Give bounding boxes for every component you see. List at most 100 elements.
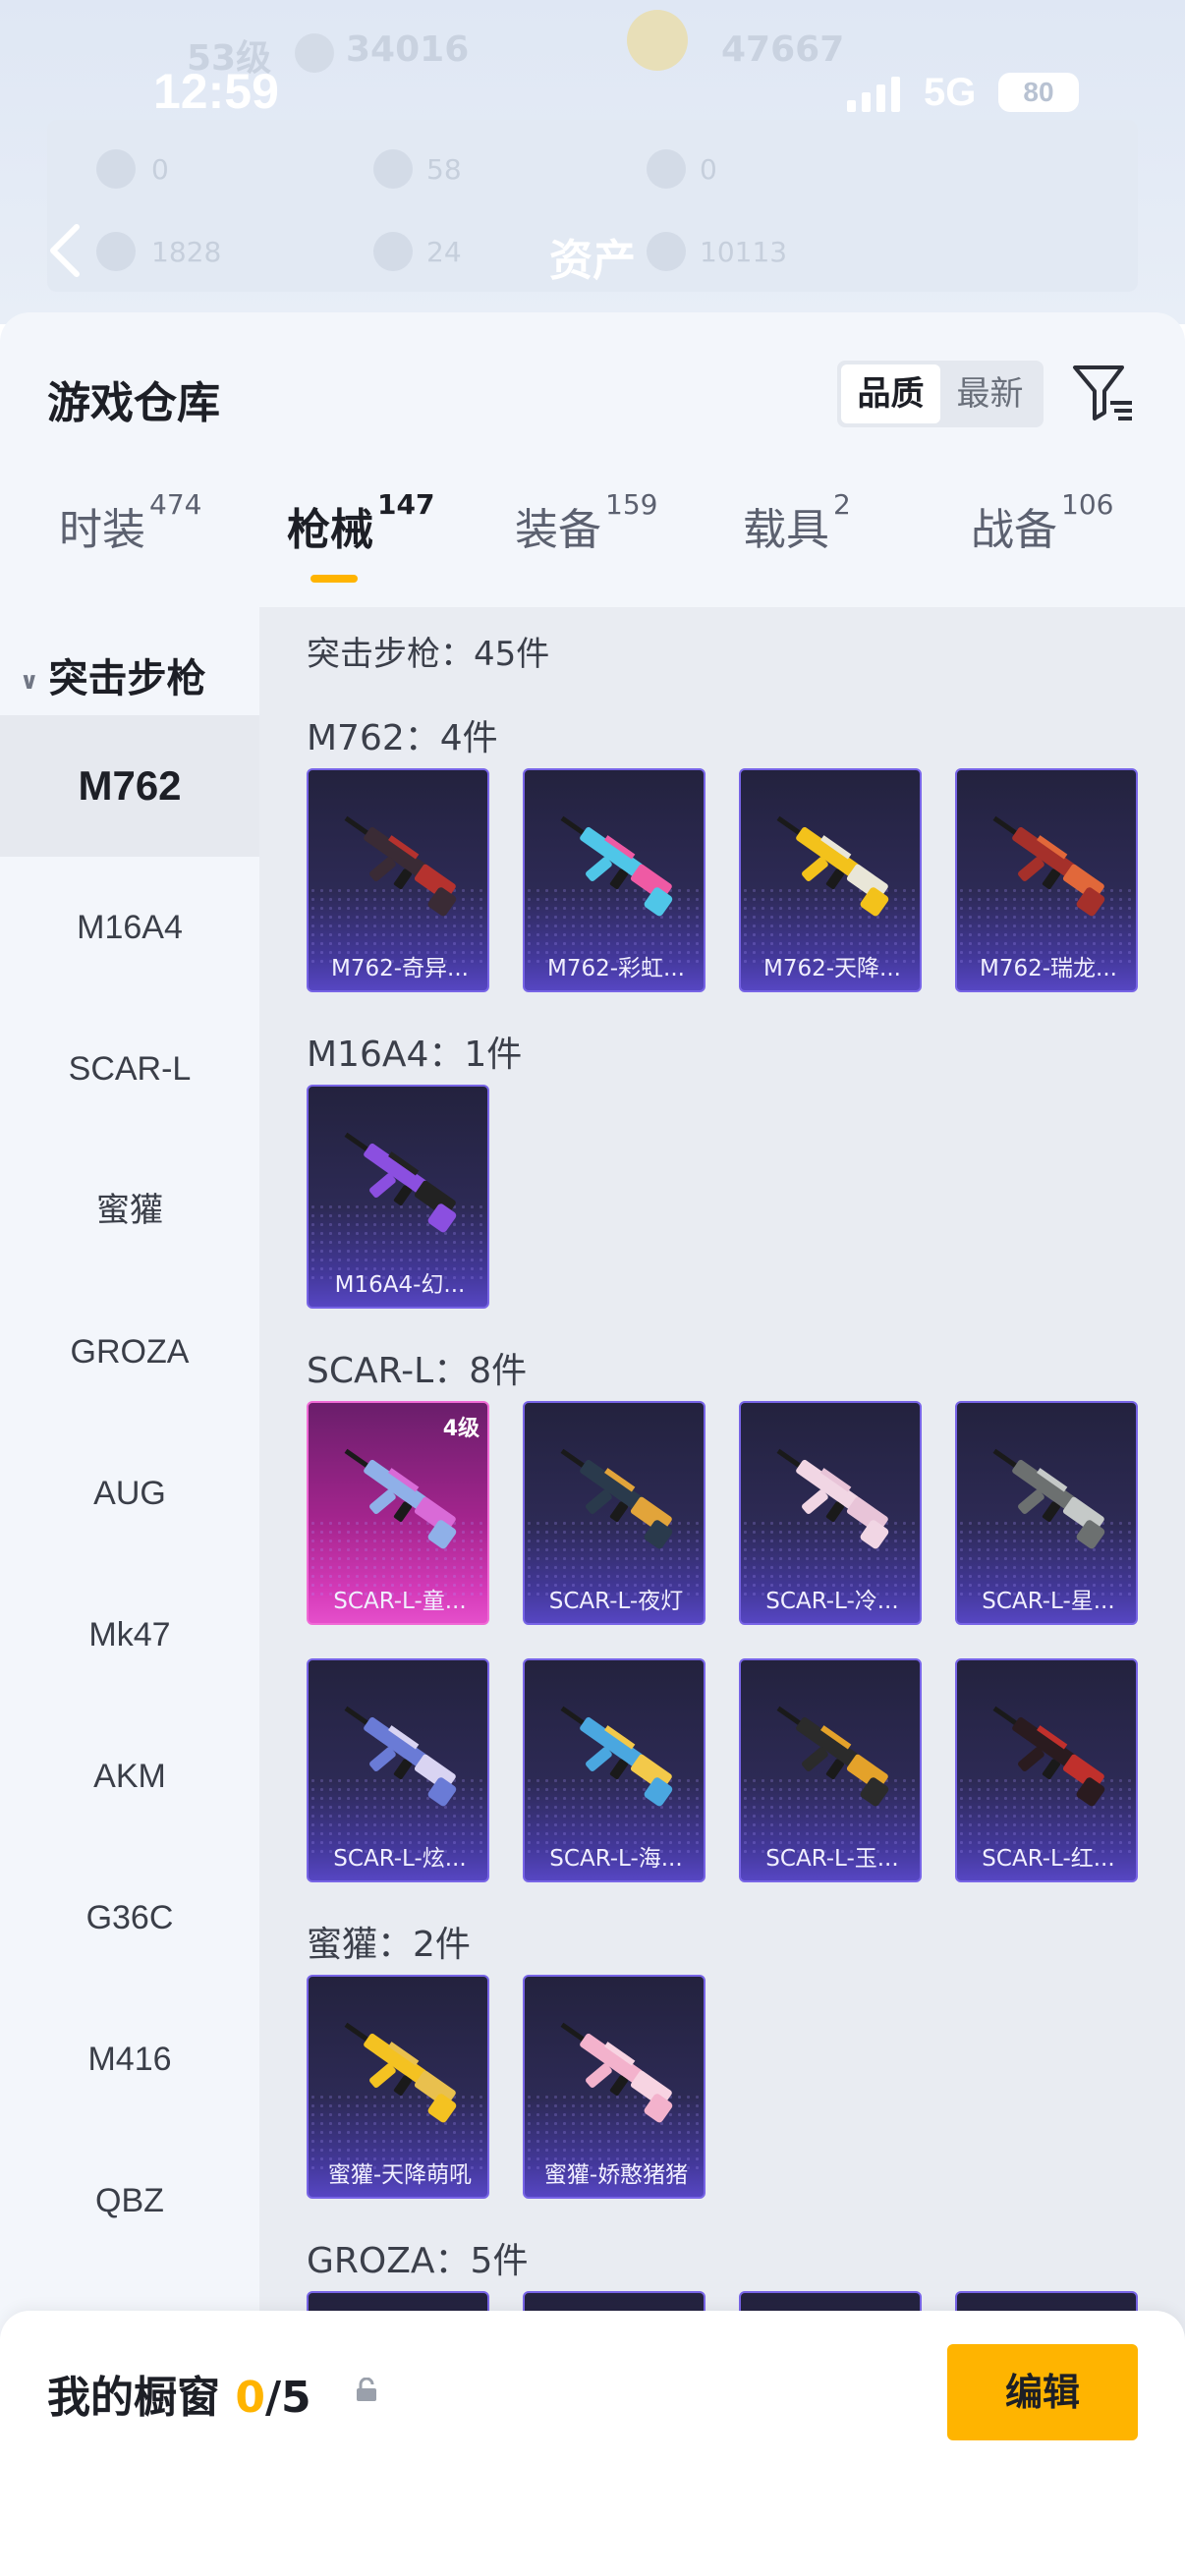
- bg-stat-icon: [96, 149, 136, 189]
- weapon-card[interactable]: M762-瑞龙...: [955, 768, 1138, 992]
- weapon-icon: [560, 1706, 673, 1807]
- weapon-name: SCAR-L-玉...: [765, 1846, 899, 1872]
- sidebar-item[interactable]: SCAR-L: [0, 998, 259, 1140]
- tab-label: 装备: [515, 505, 601, 555]
- category-tabs: 时装474 枪械147 装备159 载具2 战备106: [0, 488, 1185, 602]
- weapon-card[interactable]: 4级 SCAR-L-童...: [307, 1401, 489, 1625]
- lock-icon: [354, 2377, 379, 2403]
- weapon-name: 蜜獾-天降萌吼: [327, 2162, 473, 2188]
- sidebar-item[interactable]: G36C: [0, 1847, 259, 1988]
- weapon-name: M762-奇异...: [331, 956, 469, 981]
- sidebar-item[interactable]: 蜜獾: [0, 1140, 259, 1281]
- tab-count: 147: [377, 488, 435, 521]
- weapon-name: SCAR-L-童...: [333, 1589, 467, 1614]
- weapon-name: M16A4-幻...: [334, 1272, 466, 1298]
- weapon-name: SCAR-L-海...: [549, 1846, 683, 1872]
- tab-equipment[interactable]: 装备159: [515, 488, 657, 557]
- weapon-card[interactable]: 蜜獾-娇憨猪猪: [523, 1975, 705, 2199]
- page-title: 资产: [549, 236, 636, 286]
- weapon-icon: [560, 815, 673, 917]
- nav-bar: 资产: [0, 221, 1185, 286]
- tab-label: 战备: [971, 505, 1057, 555]
- weapon-card[interactable]: SCAR-L-海...: [523, 1658, 705, 1882]
- tab-count: 106: [1061, 488, 1114, 521]
- bg-stat: 0: [151, 153, 169, 186]
- sidebar-item[interactable]: QBZ: [0, 2130, 259, 2271]
- sidebar-item[interactable]: M416: [0, 1988, 259, 2130]
- weapon-name: SCAR-L-冷...: [765, 1589, 899, 1614]
- chevron-down-icon: ∨: [20, 667, 39, 695]
- category-label: 突击步枪: [48, 656, 206, 701]
- tab-vehicles[interactable]: 载具2: [743, 488, 851, 557]
- weapon-icon: [344, 2022, 457, 2123]
- weapon-card[interactable]: SCAR-L-玉...: [739, 1658, 922, 1882]
- warehouse-panel: 游戏仓库 品质 最新 时装474 枪械147 装备159 载具2 战备106 ∨…: [0, 312, 1185, 2576]
- weapon-card[interactable]: M762-奇异...: [307, 768, 489, 992]
- weapon-icon: [992, 815, 1105, 917]
- weapon-icon: [992, 1448, 1105, 1549]
- tab-count: 474: [149, 488, 202, 521]
- sidebar-item[interactable]: Mk47: [0, 1564, 259, 1706]
- tab-count: 159: [605, 488, 658, 521]
- weapon-icon: [560, 1448, 673, 1549]
- sidebar-item[interactable]: M16A4: [0, 857, 259, 998]
- showcase-count: 0: [235, 2373, 265, 2423]
- weapon-card[interactable]: M762-彩虹...: [523, 768, 705, 992]
- weapon-card[interactable]: SCAR-L-冷...: [739, 1401, 922, 1625]
- weapon-card[interactable]: SCAR-L-红...: [955, 1658, 1138, 1882]
- bg-stat-icon: [373, 149, 413, 189]
- sidebar-item[interactable]: AUG: [0, 1423, 259, 1564]
- sort-quality-button[interactable]: 品质: [841, 364, 940, 423]
- weapon-sidebar: ∨ 突击步枪 M762 M16A4 SCAR-L 蜜獾 GROZA AUG Mk47 AKM G3…: [0, 607, 259, 2576]
- tab-supplies[interactable]: 战备106: [971, 488, 1113, 557]
- bg-stat: 58: [426, 153, 462, 186]
- showcase-title: 我的橱窗 0/5: [47, 2362, 311, 2425]
- group-heading: M762：4件: [307, 718, 498, 758]
- weapon-icon: [344, 1706, 457, 1807]
- bg-stat-icon: [647, 149, 686, 189]
- category-summary: 突击步枪：45件: [307, 635, 550, 674]
- weapon-grid: 突击步枪：45件 M762：4件 M762-奇异... M762-彩虹... M762-…: [259, 607, 1185, 2576]
- weapon-card[interactable]: SCAR-L-炫...: [307, 1658, 489, 1882]
- edit-button[interactable]: 编辑: [947, 2344, 1138, 2440]
- showcase-bar: 我的橱窗 0/5 编辑: [0, 2311, 1185, 2576]
- weapon-icon: [344, 815, 457, 917]
- group-heading: GROZA：5件: [307, 2241, 529, 2281]
- sort-toggle: 品质 最新: [837, 361, 1044, 427]
- showcase-label: 我的橱窗: [47, 2373, 220, 2423]
- weapon-name: M762-彩虹...: [547, 956, 685, 981]
- weapon-icon: [992, 1706, 1105, 1807]
- tab-fashion[interactable]: 时装474: [59, 488, 201, 557]
- weapon-name: M762-瑞龙...: [980, 956, 1117, 981]
- weapon-card[interactable]: M762-天降...: [739, 768, 922, 992]
- group-heading: 蜜獾：2件: [307, 1925, 471, 1965]
- weapon-icon: [344, 1448, 457, 1549]
- sort-newest-button[interactable]: 最新: [940, 364, 1040, 423]
- category-header[interactable]: ∨ 突击步枪: [20, 646, 206, 703]
- status-bar: 12:59 5G 80: [0, 59, 1185, 128]
- weapon-name: SCAR-L-星...: [982, 1589, 1115, 1614]
- tab-label: 载具: [743, 505, 829, 555]
- warehouse-title: 游戏仓库: [47, 378, 220, 428]
- tab-weapons[interactable]: 枪械147: [287, 488, 434, 583]
- group-heading: SCAR-L：8件: [307, 1351, 528, 1391]
- signal-icon: [847, 77, 906, 112]
- tab-count: 2: [833, 488, 851, 521]
- weapon-card[interactable]: SCAR-L-星...: [955, 1401, 1138, 1625]
- tab-label: 枪械: [287, 505, 373, 555]
- weapon-icon: [344, 1132, 457, 1233]
- group-heading: M16A4：1件: [307, 1035, 523, 1075]
- weapon-icon: [776, 1706, 889, 1807]
- weapon-icon: [776, 1448, 889, 1549]
- sidebar-item[interactable]: AKM: [0, 1706, 259, 1847]
- sidebar-item[interactable]: GROZA: [0, 1281, 259, 1423]
- filter-icon[interactable]: [1071, 360, 1136, 424]
- weapon-card[interactable]: M16A4-幻...: [307, 1085, 489, 1309]
- weapon-name: SCAR-L-夜灯: [548, 1589, 684, 1614]
- weapon-name: M762-天降...: [763, 956, 901, 981]
- tab-label: 时装: [59, 505, 145, 555]
- sidebar-item[interactable]: M762: [0, 715, 259, 857]
- weapon-card[interactable]: SCAR-L-夜灯: [523, 1401, 705, 1625]
- weapon-card[interactable]: 蜜獾-天降萌吼: [307, 1975, 489, 2199]
- weapon-name: SCAR-L-红...: [982, 1846, 1115, 1872]
